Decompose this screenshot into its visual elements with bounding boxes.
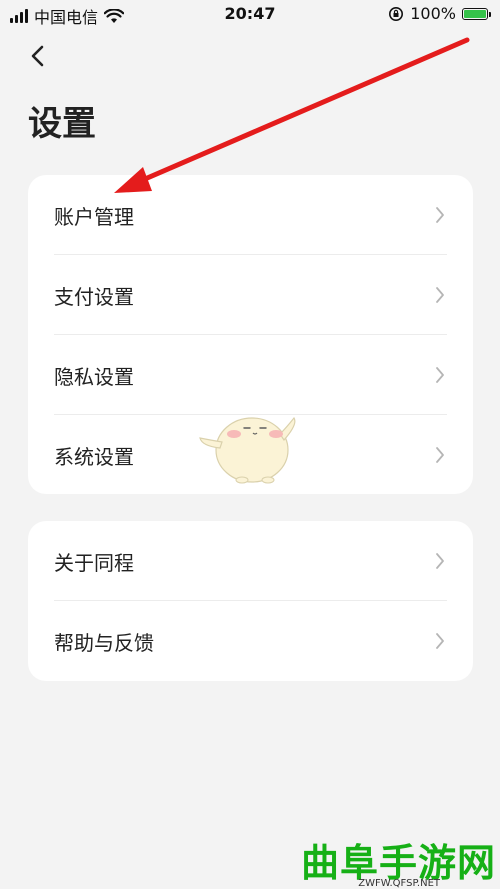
watermark-url: ZWFW.QFSP.NET (358, 878, 440, 889)
settings-item-label: 系统设置 (54, 445, 134, 469)
settings-item-payment[interactable]: 支付设置 (28, 255, 473, 335)
settings-group-about: 关于同程 帮助与反馈 (28, 521, 473, 681)
chevron-right-icon (436, 633, 444, 649)
status-right: 100% (388, 4, 491, 23)
chevron-right-icon (436, 553, 444, 569)
chevron-right-icon (436, 287, 444, 303)
chevron-left-icon (31, 45, 44, 67)
chevron-right-icon (436, 367, 444, 383)
chevron-right-icon (436, 447, 444, 463)
mascot-sticker (199, 416, 296, 484)
settings-item-label: 账户管理 (54, 205, 134, 229)
battery-percent: 100% (410, 4, 456, 23)
settings-item-account[interactable]: 账户管理 (28, 175, 473, 255)
settings-item-label: 帮助与反馈 (54, 631, 154, 655)
settings-item-help[interactable]: 帮助与反馈 (28, 601, 473, 681)
status-bar: 中国电信 20:47 100% (0, 0, 500, 30)
settings-item-label: 支付设置 (54, 285, 134, 309)
settings-item-about[interactable]: 关于同程 (28, 521, 473, 601)
battery-icon (462, 7, 491, 20)
orientation-lock-icon (389, 6, 404, 21)
chevron-right-icon (436, 207, 444, 223)
battery-level (464, 9, 486, 18)
back-button[interactable] (26, 40, 54, 72)
site-watermark: 曲阜手游网 ZWFW.QFSP.NET (290, 832, 500, 889)
page-title: 设置 (28, 104, 96, 144)
settings-item-label: 关于同程 (54, 551, 134, 575)
settings-item-label: 隐私设置 (54, 365, 134, 389)
